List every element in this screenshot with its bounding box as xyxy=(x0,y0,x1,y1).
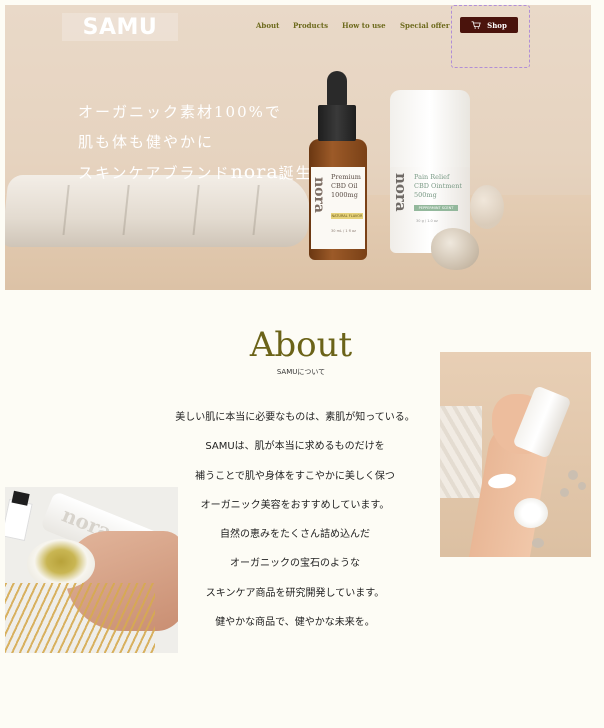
ointment-scent-tag: PEPPERMINT SCENT xyxy=(414,205,458,211)
pebble xyxy=(532,538,544,548)
about-photo-hand-cream xyxy=(440,352,591,557)
shop-focus-outline xyxy=(451,5,530,68)
about-text: 美しい肌に本当に必要なものは、素肌が知っている。 SAMUは、肌が本当に求めるも… xyxy=(135,410,455,644)
hero-line-3: スキンケアブランドnora誕生 xyxy=(78,157,313,188)
nav-about[interactable]: About xyxy=(256,21,279,30)
about-line: 美しい肌に本当に必要なものは、素肌が知っている。 xyxy=(175,412,415,423)
cart-icon xyxy=(471,21,481,29)
hero-line-3b: 誕生 xyxy=(278,164,313,182)
pebble xyxy=(578,482,586,490)
oil-flavor-tag: NATURAL FLAVOR xyxy=(331,213,363,219)
oil-bottle-label: nora Premium CBD Oil 1000mg NATURAL FLAV… xyxy=(311,167,365,249)
hero-brand-word: nora xyxy=(230,161,279,183)
about-line: 健やかな商品で、健やかな未来を。 xyxy=(215,617,375,629)
about-line: 補うことで肌や身体をすこやかに美しく保つ xyxy=(195,470,395,482)
hero-line-2: 肌も体も健やかに xyxy=(78,133,215,151)
about-line: オーガニックの宝石のような xyxy=(230,558,360,570)
ointment-brand-text: nora xyxy=(392,173,410,212)
cream-jar-image xyxy=(514,498,548,528)
shop-button[interactable]: Shop xyxy=(460,17,518,33)
dropper-bulb xyxy=(327,71,347,107)
hero-coral xyxy=(470,185,504,229)
about-line: オーガニック美容をおすすめしています。 xyxy=(200,499,390,511)
logo-link[interactable]: SAMU xyxy=(62,13,178,41)
dropper-cap xyxy=(318,105,356,141)
logo: SAMU xyxy=(82,14,158,40)
oil-volume: 30 mL / 1 fl oz xyxy=(331,229,356,233)
pebble xyxy=(568,470,578,480)
hero-headline: オーガニック素材100%で 肌も体も健やかに スキンケアブランドnora誕生 xyxy=(78,97,313,188)
hero-line-1: オーガニック素材100%で xyxy=(78,103,282,121)
oil-brand-text: nora xyxy=(311,177,327,213)
pebble xyxy=(560,488,569,497)
about-line: SAMUは、肌が本当に求めるものだけを xyxy=(205,441,385,453)
hero-rock xyxy=(431,228,479,270)
ointment-jar-cap xyxy=(390,90,470,170)
about-photo-oil-bowl: nora xyxy=(5,487,178,653)
ointment-volume: 30 g / 1.0 oz xyxy=(416,219,438,223)
shop-button-label: Shop xyxy=(487,20,507,30)
nav-how-to-use[interactable]: How to use xyxy=(342,21,386,30)
nav-special-offer[interactable]: Special offer xyxy=(400,21,450,30)
ointment-name: Pain Relief CBD Ointment 500mg xyxy=(414,173,463,199)
hero-section: SAMU About Products How to use Special o… xyxy=(5,5,591,290)
about-line: スキンケア商品を研究開発しています。 xyxy=(205,587,385,599)
nav-products[interactable]: Products xyxy=(293,21,328,30)
about-line: 自然の恵みをたくさん詰め込んだ xyxy=(220,529,370,541)
oil-name: Premium CBD Oil 1000mg xyxy=(331,173,361,199)
page: SAMU About Products How to use Special o… xyxy=(5,5,591,723)
dried-grass-image xyxy=(5,583,155,653)
stone-texture xyxy=(440,406,482,498)
hero-line-3a: スキンケアブランド xyxy=(78,164,231,182)
small-bottle-image xyxy=(5,498,33,542)
oil-bowl-image xyxy=(27,539,95,589)
